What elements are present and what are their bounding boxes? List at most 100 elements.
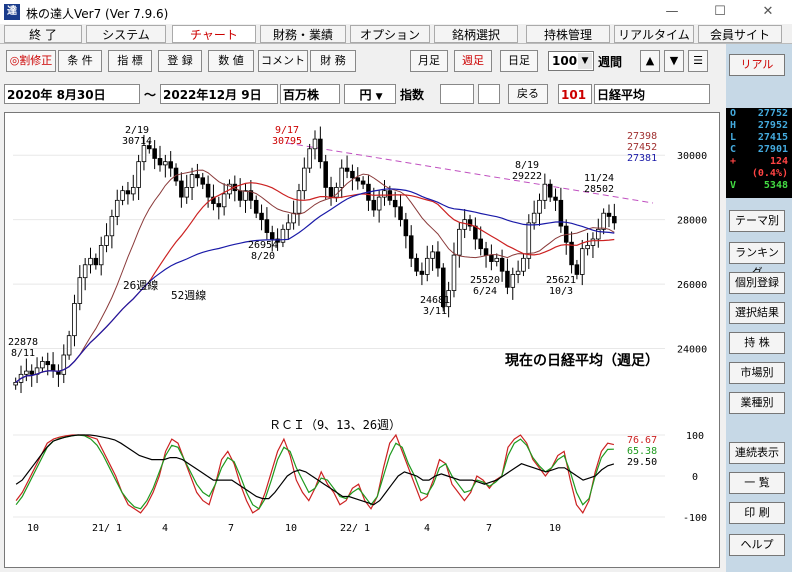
candle-body [72,303,77,337]
menu-exit[interactable]: 終 了 [4,25,82,43]
realtime-button[interactable]: リアル [729,54,785,76]
x-axis-tick-label: 4 [424,523,430,534]
candle-body [50,364,56,372]
individual-register-button[interactable]: 個別登録 [729,272,785,294]
candle-body [253,199,259,214]
menu-list-icon[interactable]: ☰ [688,50,708,72]
help-button[interactable]: ヘルプ [729,534,785,556]
value-button[interactable]: 数 値 [208,50,254,72]
period-label: 週間 [598,55,623,69]
menu-stock-select[interactable]: 銘柄選択 [434,25,518,43]
ma26-label: 26週線 [123,278,158,292]
end-date-field[interactable]: 2022年12月 9日 [160,84,278,104]
period-count-select[interactable]: 100 ▼ [548,51,594,71]
ohlc-key: O [730,108,737,119]
indicator-button[interactable]: 指 標 [108,50,152,72]
menu-chart[interactable]: チャート [172,25,256,43]
rci-value-label: 65.38 [627,446,657,457]
financial-button[interactable]: 財 務 [310,50,356,72]
ohlc-value: (0.4%) [751,168,788,179]
candle-body [120,190,125,201]
x-axis-tick-label: 10 [27,523,39,534]
candle-body [243,190,248,201]
print-button[interactable]: 印 刷 [729,502,785,524]
ohlc-value: 124 [769,156,788,167]
comment-button[interactable]: コメント [258,50,308,72]
candle-body [585,245,590,250]
x-axis-tick-label: 10 [285,523,297,534]
minimize-icon[interactable]: — [662,2,682,22]
candle-body [200,177,206,185]
index-field-1[interactable] [440,84,474,104]
candle-body [93,257,99,266]
theme-button[interactable]: テーマ別 [729,210,785,232]
selection-result-button[interactable]: 選択結果 [729,302,785,324]
menu-system[interactable]: システム [86,25,166,43]
currency-select[interactable]: 円 ▼ [344,84,396,104]
up-arrow-icon[interactable]: ▲ [640,50,660,72]
list-button[interactable]: 一 覧 [729,472,785,494]
candle-body [531,212,537,224]
x-axis-tick-label: 7 [486,523,492,534]
candle-body [13,381,18,386]
holdings-button[interactable]: 持 株 [729,332,785,354]
menu-holdings[interactable]: 持株管理 [526,25,610,43]
candle-body [612,216,617,224]
candle-body [521,257,526,272]
candle-body [264,219,270,233]
ticker-code: 101 [558,84,592,104]
peak-annotation: 26954 [248,240,278,251]
candle-body [269,232,275,240]
continuous-display-button[interactable]: 連続表示 [729,442,785,464]
candle-body [61,354,67,375]
candle-body [424,257,430,275]
candle-body [478,238,483,250]
candle-body [291,212,296,224]
candle-body [323,161,328,188]
down-arrow-icon[interactable]: ▼ [664,50,684,72]
peak-annotation: 30795 [272,136,302,147]
rci-axis-label: 100 [686,431,704,442]
back-button[interactable]: 戻る [508,84,548,104]
candle-body [141,145,147,163]
sector-button[interactable]: 業種別 [729,392,785,414]
menu-finance[interactable]: 財務・業績 [260,25,346,43]
close-icon[interactable]: ✕ [758,2,778,22]
candle-body [430,251,435,259]
ma-value-label: 27381 [627,153,657,164]
weekly-button[interactable]: 週足 [454,50,492,72]
ranking-button[interactable]: ランキング [729,242,785,279]
register-button[interactable]: 登 録 [158,50,202,72]
candle-body [483,248,489,256]
condition-button[interactable]: 条 件 [58,50,102,72]
date-bar: 2020年 8月30日 〜 2022年12月 9日 百万株 円 ▼ 指数 戻る … [4,84,724,106]
candle-body [537,199,542,214]
monthly-button[interactable]: 月足 [410,50,448,72]
market-button[interactable]: 市場別 [729,362,785,384]
ohlc-key: L [730,132,737,143]
price-axis-label: 28000 [677,216,707,227]
candle-body [499,257,505,272]
index-field-2[interactable] [478,84,500,104]
ohlc-row: O 27752 [726,108,792,120]
candle-body [419,270,425,275]
ohlc-value: 27415 [757,132,788,143]
split-adjust-button[interactable]: ◎割修正 [6,50,56,72]
peak-annotation: 10/3 [549,286,573,297]
menu-realtime[interactable]: リアルタイム [614,25,694,43]
start-date-field[interactable]: 2020年 8月30日 [4,84,140,104]
candle-body [355,177,361,182]
ohlc-row: L 27415 [726,132,792,144]
chart-note: 現在の日経平均（週足） [505,352,659,369]
candle-body [403,219,409,237]
candle-body [286,222,291,230]
rci-value-label: 76.67 [627,435,657,446]
maximize-icon[interactable]: ☐ [710,2,730,22]
ma-value-label: 27452 [627,142,657,153]
candle-body [318,138,323,163]
menu-options[interactable]: オプション [350,25,430,43]
candle-body [473,225,478,240]
candle-body [221,193,227,208]
daily-button[interactable]: 日足 [500,50,538,72]
menu-member-site[interactable]: 会員サイト [698,25,782,43]
